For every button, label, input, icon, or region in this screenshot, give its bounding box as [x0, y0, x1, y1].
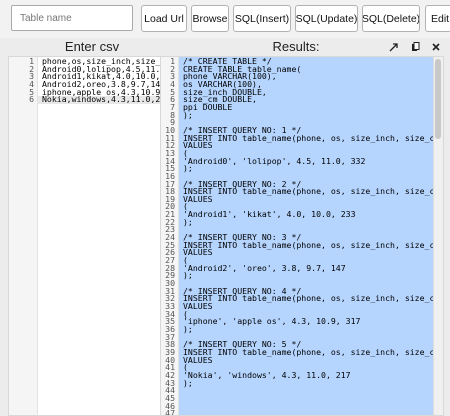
line-number: 6 [29, 94, 34, 105]
code-line: VALUES [183, 140, 213, 151]
table-name-input[interactable] [11, 5, 133, 31]
load-url-button[interactable]: Load Url [141, 5, 187, 32]
sql-update-button[interactable]: SQL(Update) [295, 5, 358, 32]
csv-input-editor[interactable]: 123456 phone,os,size_inch,size_cm,ppi And… [8, 56, 177, 416]
code-line: INSERT INTO table_name(phone, os, size_i… [183, 239, 443, 250]
code-line: 'Android2', 'oreo', 3.8, 9.7, 147 [183, 262, 346, 273]
results-text-area[interactable]: /* CREATE TABLE */CREATE TABLE table_nam… [179, 57, 443, 415]
sql-delete-button[interactable]: SQL(Delete) [362, 5, 420, 32]
code-line: ); [183, 377, 193, 388]
close-icon[interactable] [428, 40, 444, 54]
scrollbar-thumb[interactable] [435, 59, 441, 139]
copy-icon[interactable] [407, 40, 423, 54]
code-line: 'Nokia', 'windows', 4.3, 11.0, 217 [183, 369, 351, 380]
results-editor[interactable]: 1 2 3 4 5 6 7 8 9 10 11 12 13 14 15 16 17 18 19 20 21 22 23 24 2… [160, 56, 444, 416]
code-line: VALUES [183, 247, 213, 258]
code-line: 'iphone', 'apple os', 4.3, 10.9, 317 [183, 316, 361, 327]
sql-insert-button[interactable]: SQL(Insert) [233, 5, 291, 32]
csv-line-numbers: 123456 [9, 57, 38, 415]
line-number: 47 [165, 408, 175, 416]
code-line: INSERT INTO table_name(phone, os, size_i… [183, 132, 443, 143]
code-line: ); [183, 216, 193, 227]
code-line: 'Android1', 'kikat', 4.0, 10.0, 233 [183, 209, 356, 220]
code-line: 'Android0', 'lolipop', 4.5, 11.0, 332 [183, 155, 366, 166]
code-line: VALUES [183, 301, 213, 311]
code-line: INSERT INTO table_name(phone, os, size_i… [183, 346, 443, 357]
results-line-numbers: 1 2 3 4 5 6 7 8 9 10 11 12 13 14 15 16 17 18 19 20 21 22 23 24 2… [161, 57, 179, 415]
code-line: ppi DOUBLE [183, 101, 233, 112]
browse-button[interactable]: Browse [191, 5, 229, 32]
code-line: VALUES [183, 193, 213, 204]
csv-text-area[interactable]: phone,os,size_inch,size_cm,ppi Android0,l… [38, 57, 176, 415]
toolbar: Load Url Browse SQL(Insert) SQL(Update) … [0, 0, 450, 38]
code-line: ); [183, 323, 193, 334]
input-panel-title: Enter csv [64, 39, 120, 54]
edit-button[interactable]: Edit [425, 5, 450, 32]
code-line: ); [183, 109, 193, 120]
code-line: INSERT INTO table_name(phone, os, size_i… [183, 293, 443, 304]
code-line: INSERT INTO table_name(phone, os, size_i… [183, 186, 443, 197]
code-line: Nokia,windows,4.3,11.0,217 [38, 95, 176, 104]
results-panel-title: Results: [272, 39, 320, 54]
code-line: VALUES [183, 354, 213, 365]
results-scrollbar[interactable] [433, 57, 443, 415]
code-line: ); [183, 163, 193, 174]
expand-icon[interactable] [385, 40, 401, 54]
code-line: ); [183, 270, 193, 281]
